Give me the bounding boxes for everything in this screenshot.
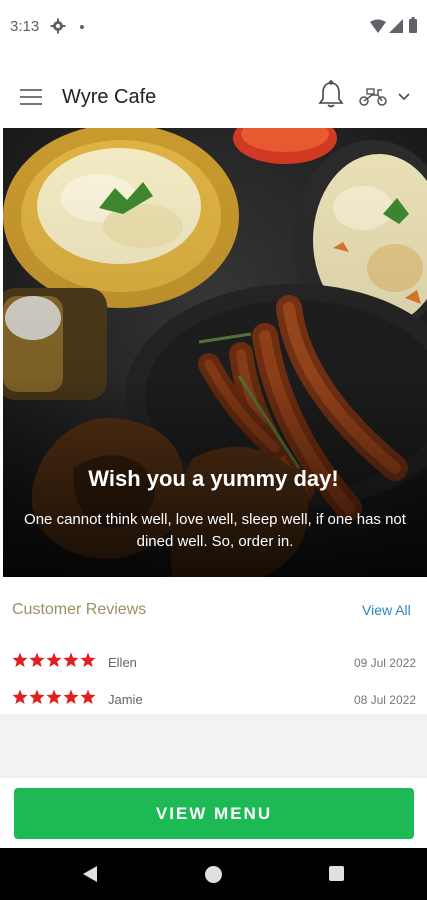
review-date: 09 Jul 2022: [353, 656, 416, 670]
recents-icon[interactable]: [329, 866, 344, 881]
star-icon: [80, 689, 96, 704]
star-icon: [46, 689, 62, 704]
back-icon[interactable]: [82, 865, 98, 883]
reviewer-name: Jamie: [108, 692, 143, 707]
menu-icon[interactable]: [20, 88, 42, 106]
star-icon: [80, 652, 96, 667]
rating-stars: [12, 689, 96, 705]
star-icon: [12, 689, 28, 704]
hero-subtitle: One cannot think well, love well, sleep …: [24, 511, 406, 550]
review-date: 08 Jul 2022: [353, 693, 416, 707]
bell-icon[interactable]: [318, 80, 344, 108]
signal-icon: [389, 19, 403, 33]
empty-gray-area: [0, 714, 427, 778]
view-menu-button[interactable]: VIEW MENU: [14, 788, 414, 839]
star-icon: [46, 652, 62, 667]
chevron-down-icon[interactable]: [397, 92, 411, 102]
settings-icon: [50, 18, 66, 34]
star-icon: [12, 652, 28, 667]
star-icon: [63, 652, 79, 667]
rating-stars: [12, 652, 96, 668]
view-all-link[interactable]: View All: [362, 602, 411, 618]
reviews-title: Customer Reviews: [12, 601, 147, 618]
scooter-icon[interactable]: [358, 86, 388, 106]
battery-icon: [409, 17, 417, 33]
notification-dot: [80, 25, 84, 29]
wifi-icon: [370, 19, 386, 33]
home-icon[interactable]: [205, 866, 222, 883]
reviewer-name: Ellen: [108, 655, 137, 670]
star-icon: [63, 689, 79, 704]
status-time: 3:13: [10, 18, 40, 35]
page-title: Wyre Cafe: [62, 86, 157, 108]
hero-title: Wish you a yummy day!: [88, 466, 339, 491]
star-icon: [29, 689, 45, 704]
star-icon: [29, 652, 45, 667]
